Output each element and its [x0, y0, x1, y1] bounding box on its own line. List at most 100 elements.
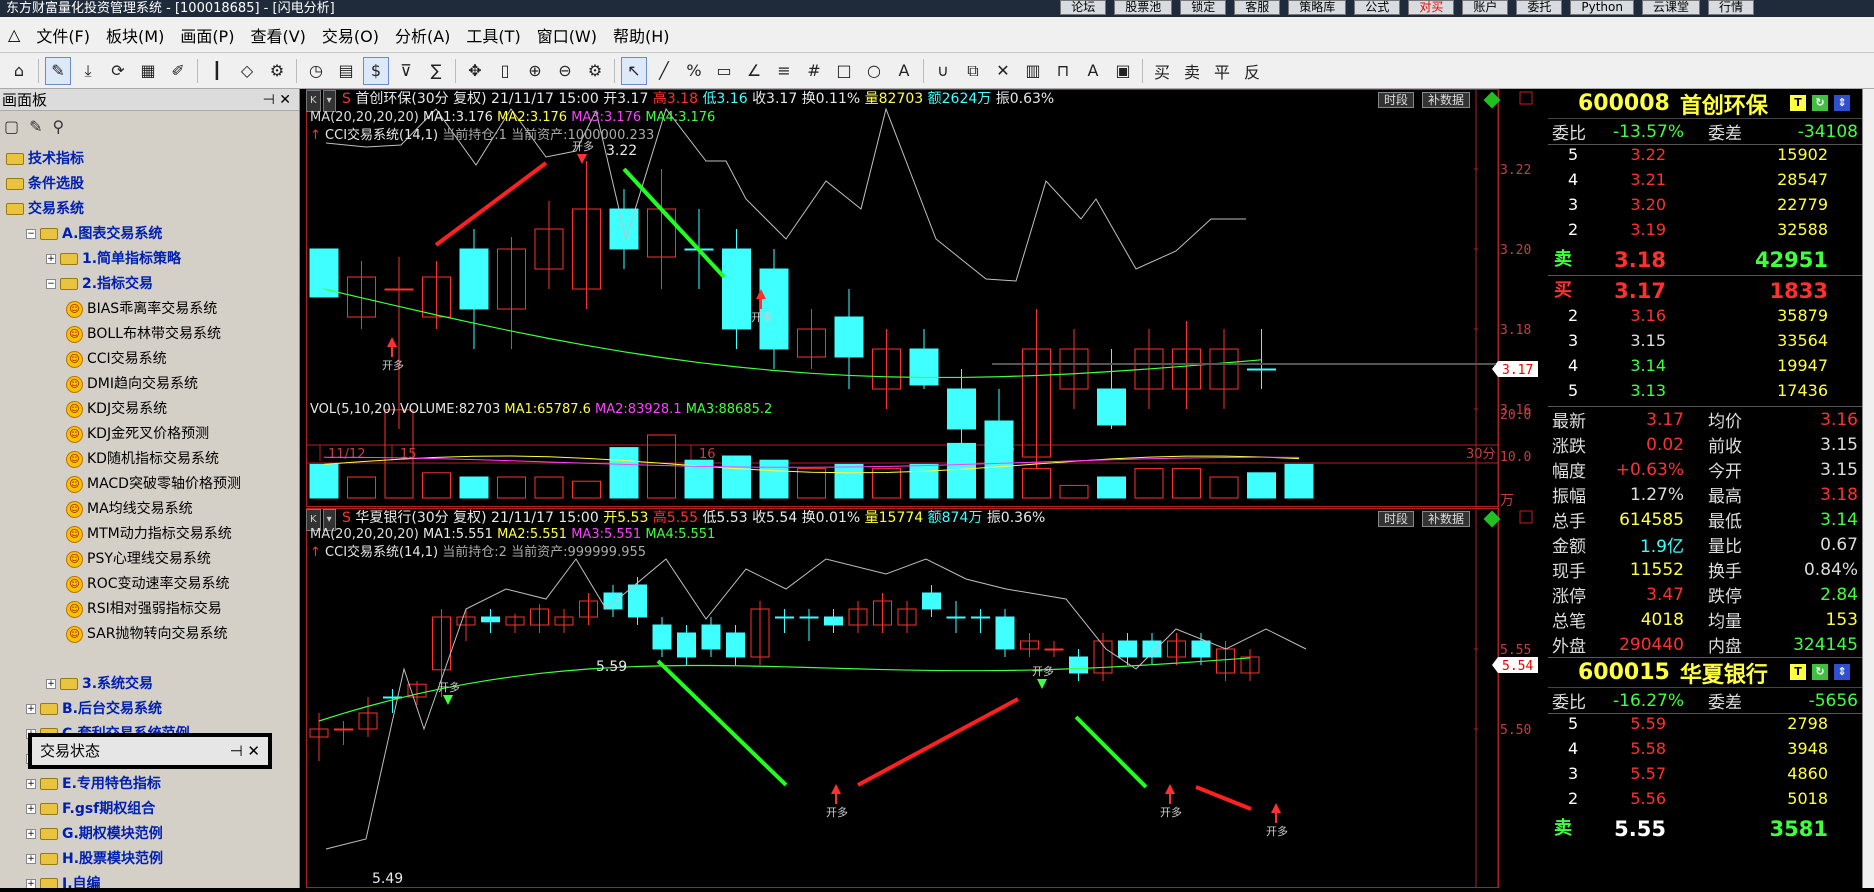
title-button[interactable]: 锁定 [1180, 0, 1227, 15]
clock-icon[interactable]: ◷ [303, 57, 329, 85]
search-icon[interactable]: ⚲ [53, 117, 65, 136]
trash-icon[interactable]: ▥ [1020, 57, 1046, 85]
orderbook-row[interactable]: 4 3.21 28547 [1548, 170, 1862, 195]
tree-leaf[interactable]: ☺ KDJ交易系统 [0, 397, 300, 422]
expand-icon[interactable]: − [46, 279, 56, 289]
menu-item[interactable]: 查看(V) [242, 23, 313, 47]
menu-item[interactable]: 窗口(W) [529, 23, 605, 47]
orderbook-row[interactable]: 2 5.56 5018 [1548, 789, 1862, 814]
cursor-icon[interactable]: ↖ [621, 56, 647, 85]
expand-icon[interactable]: − [26, 229, 36, 239]
refill-data-button[interactable]: 补数据 [1422, 92, 1471, 108]
diamond-icon[interactable]: ◇ [234, 57, 260, 85]
lock-icon[interactable]: ⊓ [1050, 57, 1076, 85]
tree-folder[interactable]: + I.自编 [0, 872, 300, 888]
title-button[interactable]: 委托 [1516, 0, 1563, 15]
expand-icon[interactable]: + [26, 829, 36, 839]
tree-leaf[interactable]: ☺ SAR抛物转向交易系统 [0, 622, 300, 647]
tree-folder[interactable]: + B.后台交易系统 [0, 697, 300, 722]
expand-icon[interactable]: + [46, 254, 56, 264]
tree-folder[interactable]: + F.gsf期权组合 [0, 797, 300, 822]
trade-state-box[interactable]: 交易状态 ⊣ ✕ [28, 733, 272, 769]
buy-icon[interactable]: 买 [1149, 57, 1175, 85]
expand-icon[interactable]: + [26, 779, 36, 789]
dollar-icon[interactable]: $ [363, 56, 389, 85]
quote2-sell1[interactable]: 卖 5.55 3581 [1548, 814, 1862, 844]
expand-icon[interactable]: + [26, 804, 36, 814]
orderbook-row[interactable]: 4 3.14 19947 [1548, 356, 1862, 381]
tree-leaf[interactable]: ☺ KD随机指标交易系统 [0, 447, 300, 472]
app-icon[interactable]: △ [0, 25, 28, 44]
refill-data-button[interactable]: 补数据 [1422, 511, 1471, 527]
pin-close-icon[interactable]: ⊣ ✕ [263, 89, 291, 111]
expand-icon[interactable]: + [46, 679, 56, 689]
title-button[interactable]: 策略库 [1288, 0, 1347, 15]
tree-leaf[interactable]: ☺ MA均线交易系统 [0, 497, 300, 522]
title-button[interactable]: 股票池 [1114, 0, 1173, 15]
tree-folder[interactable]: 条件选股 [0, 172, 300, 197]
orderbook-row[interactable]: 2 3.16 35879 [1548, 306, 1862, 331]
gear-icon[interactable]: ⚙ [582, 57, 608, 85]
magnet-icon[interactable]: ∪ [930, 57, 956, 85]
tree-leaf[interactable]: ☺ CCI交易系统 [0, 347, 300, 372]
circle-icon[interactable]: ○ [861, 57, 887, 85]
tree-folder[interactable]: − A.图表交易系统 [0, 222, 300, 247]
channel-icon[interactable]: ▭ [711, 57, 737, 85]
orderbook-row[interactable]: 3 3.15 33564 [1548, 331, 1862, 356]
period-button[interactable]: 时段 [1378, 511, 1415, 527]
refresh-icon[interactable]: ↻ [1812, 95, 1828, 111]
orderbook-row[interactable]: 5 5.59 2798 [1548, 714, 1862, 739]
candle-icon[interactable]: ┃ [204, 57, 230, 85]
doc-icon[interactable]: ▤ [333, 57, 359, 85]
line-icon[interactable]: ╱ [651, 57, 677, 85]
percent-icon[interactable]: % [681, 57, 707, 85]
formula-icon[interactable]: ∑ [423, 57, 449, 85]
ruler-icon[interactable]: ▯ [492, 57, 518, 85]
tree-folder[interactable]: +3.系统交易 [0, 672, 300, 697]
expand-icon[interactable]: + [26, 879, 36, 888]
title-button[interactable]: Python [1570, 0, 1634, 15]
new-icon[interactable]: ▢ [4, 117, 19, 136]
title-button[interactable]: 客服 [1234, 0, 1281, 15]
pen-icon[interactable]: ✎ [45, 56, 71, 85]
tree-folder[interactable]: + G.期权模块范例 [0, 822, 300, 847]
text-icon[interactable]: A [891, 57, 917, 85]
edit-icon[interactable]: ✎ [29, 117, 42, 136]
scroll-icon[interactable]: ⇕ [1834, 95, 1850, 111]
rect-icon[interactable]: □ [831, 57, 857, 85]
tree-folder[interactable]: − 2.指标交易 [0, 272, 300, 297]
edit-icon[interactable]: ✐ [165, 57, 191, 85]
move-icon[interactable]: ✥ [462, 57, 488, 85]
orderbook-row[interactable]: 5 3.22 15902 [1548, 145, 1862, 170]
title-button[interactable]: 公式 [1354, 0, 1401, 15]
sell-icon[interactable]: 卖 [1179, 57, 1205, 85]
tree-folder[interactable]: +1.简单指标策略 [0, 247, 300, 272]
tree-leaf[interactable]: ☺ MACD突破零轴价格预测 [0, 472, 300, 497]
quote1-sell1[interactable]: 卖 3.18 42951 [1548, 245, 1862, 275]
pin-close-icon[interactable]: ⊣ ✕ [230, 737, 260, 765]
color-icon[interactable]: A [1080, 57, 1106, 85]
filter-icon[interactable]: ⊽ [393, 57, 419, 85]
tree-folder[interactable]: + E.专用特色指标 [0, 772, 300, 797]
tree-leaf[interactable]: ☺ BOLL布林带交易系统 [0, 322, 300, 347]
tree-folder[interactable]: 交易系统 [0, 197, 300, 222]
fib-icon[interactable]: ≡ [771, 57, 797, 85]
title-button[interactable]: 行情 [1707, 0, 1754, 15]
menu-item[interactable]: 分析(A) [387, 23, 458, 47]
orderbook-row[interactable]: 4 5.58 3948 [1548, 739, 1862, 764]
orderbook-row[interactable]: 3 3.20 22779 [1548, 195, 1862, 220]
home-icon[interactable]: ⌂ [6, 57, 32, 85]
period-button[interactable]: 时段 [1378, 92, 1415, 108]
tree-leaf[interactable]: ☺ RSI相对强弱指标交易 [0, 597, 300, 622]
expand-icon[interactable]: + [26, 854, 36, 864]
menu-item[interactable]: 画面(P) [172, 23, 242, 47]
quote1-buy1[interactable]: 买 3.17 1833 [1548, 276, 1862, 306]
tree-leaf[interactable]: ☺ DMI趋向交易系统 [0, 372, 300, 397]
t-icon[interactable]: T [1790, 95, 1806, 111]
tree-leaf[interactable]: ☺ ROC变动速率交易系统 [0, 572, 300, 597]
refresh-icon[interactable]: ↻ [1812, 664, 1828, 680]
angle-icon[interactable]: ∠ [741, 57, 767, 85]
title-button[interactable]: 论坛 [1060, 0, 1107, 15]
orderbook-row[interactable]: 2 3.19 32588 [1548, 220, 1862, 245]
close-icon[interactable]: ✕ [990, 57, 1016, 85]
